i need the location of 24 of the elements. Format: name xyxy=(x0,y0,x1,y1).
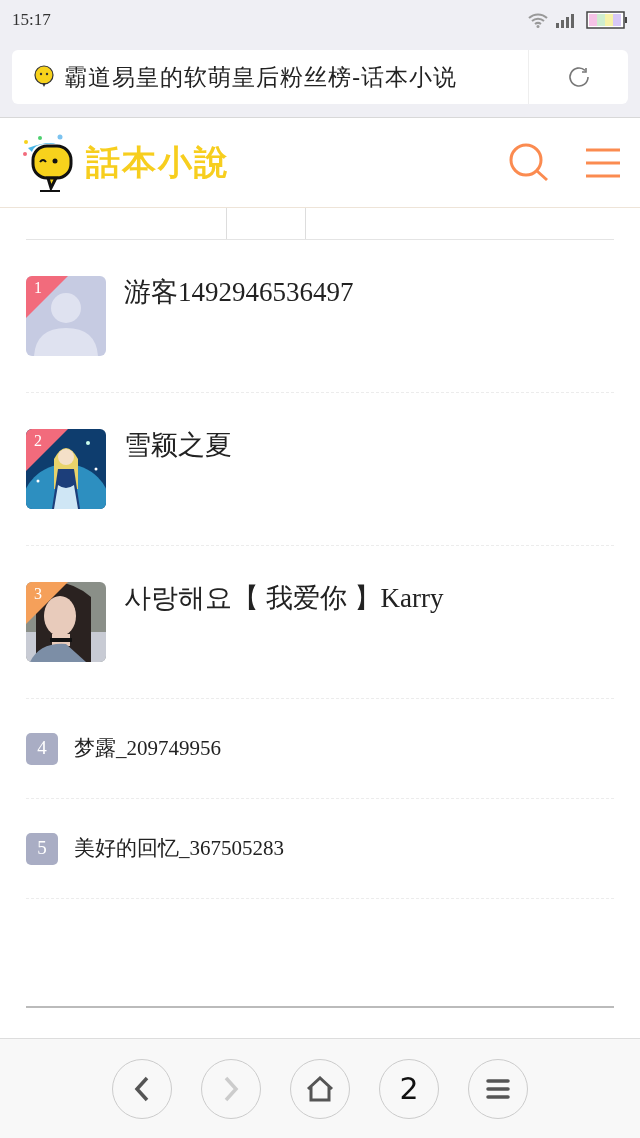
rank-number: 3 xyxy=(34,586,42,602)
status-time: 15:17 xyxy=(12,9,51,32)
menu-button[interactable] xyxy=(468,1058,528,1119)
menu-icon xyxy=(486,1077,510,1100)
logo-text: 話本小說 xyxy=(86,141,230,184)
fan-name[interactable]: 梦露_209749956 xyxy=(74,732,221,765)
forward-icon xyxy=(223,1075,239,1102)
rank-badge: 4 xyxy=(26,732,58,765)
search-button[interactable] xyxy=(508,142,550,183)
back-icon xyxy=(134,1075,150,1102)
fan-name[interactable]: 游客1492946536497 xyxy=(124,276,354,310)
speech-bubble-icon xyxy=(32,65,56,89)
rank-badge: 5 xyxy=(26,832,58,865)
page-title: 霸道易皇的软萌皇后粉丝榜-话本小说 xyxy=(64,62,458,92)
menu-icon xyxy=(586,147,620,178)
home-icon xyxy=(306,1075,334,1102)
fan-name[interactable]: 사랑해요【 我爱你 】Karry xyxy=(124,582,444,616)
battery-icon xyxy=(586,11,628,29)
rank-number: 2 xyxy=(34,433,42,449)
fan-name[interactable]: 美好的回忆_367505283 xyxy=(74,832,284,865)
wifi-icon xyxy=(528,12,548,28)
rank-number: 1 xyxy=(34,280,42,296)
search-icon xyxy=(508,142,550,183)
fan-name[interactable]: 雪颖之夏 xyxy=(124,429,232,463)
